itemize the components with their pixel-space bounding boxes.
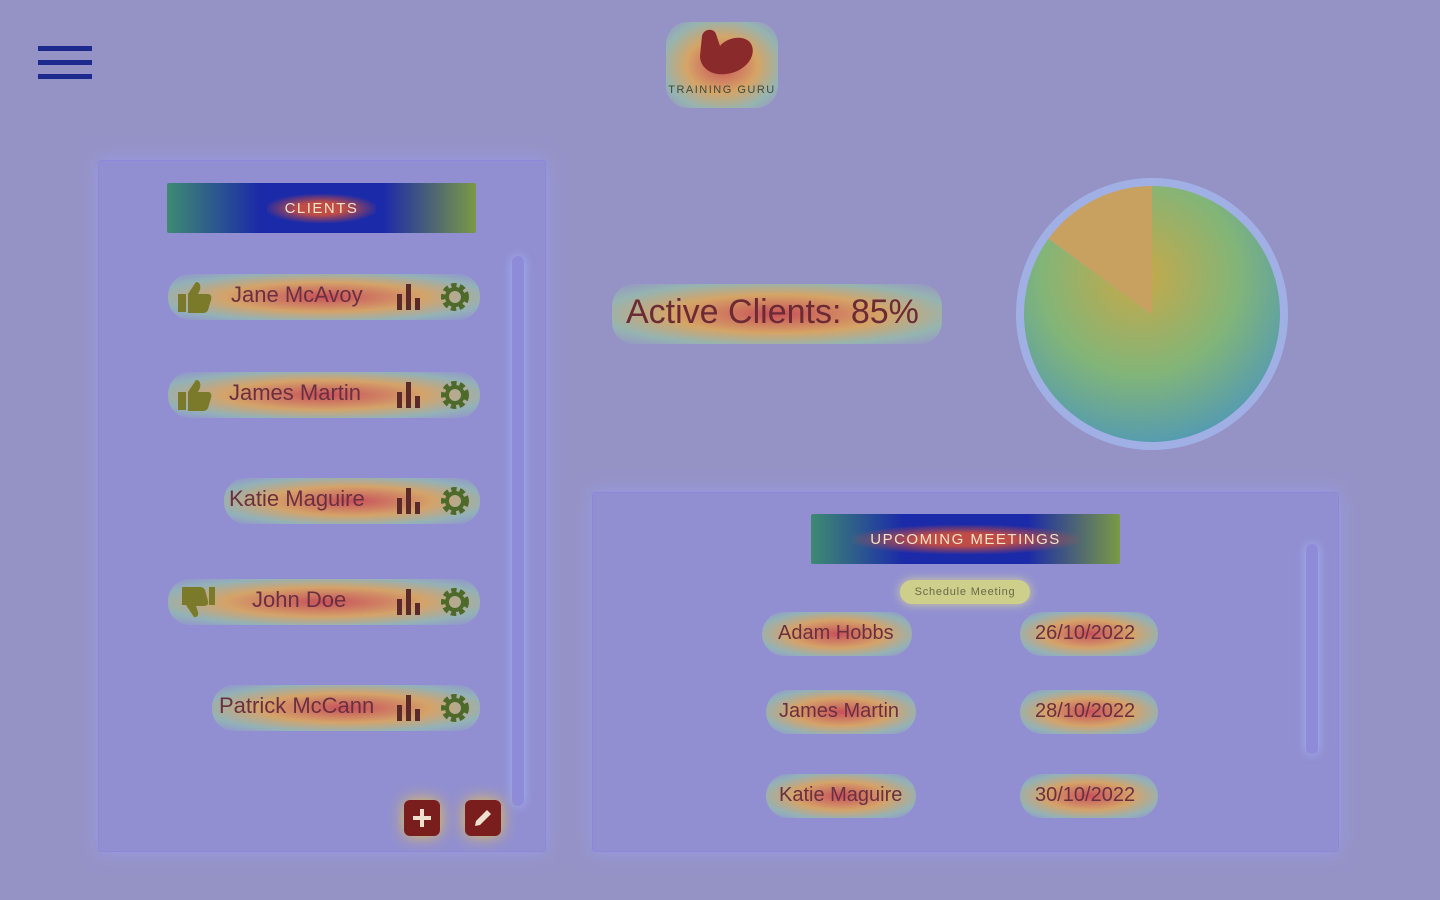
add-client-button[interactable]	[404, 800, 440, 836]
meeting-date: 30/10/2022	[1035, 784, 1136, 806]
clients-scrollbar[interactable]	[512, 256, 524, 806]
meeting-name[interactable]: Adam Hobbs	[778, 622, 894, 645]
bar-chart-icon[interactable]	[394, 380, 424, 410]
pencil-icon	[475, 810, 491, 826]
meetings-header: UPCOMING MEETINGS	[811, 514, 1120, 564]
client-name[interactable]: Katie Maguire	[229, 486, 365, 512]
meeting-name[interactable]: Katie Maguire	[779, 784, 902, 807]
client-row[interactable]: Jane McAvoy	[168, 270, 480, 324]
schedule-meeting-label: Schedule Meeting	[914, 586, 1016, 598]
meeting-date: 28/10/2022	[1035, 700, 1136, 722]
thumbs-up-icon[interactable]	[176, 378, 212, 412]
thumbs-down-icon[interactable]	[180, 585, 216, 619]
client-name[interactable]: Jane McAvoy	[231, 282, 363, 308]
active-clients-pie-chart	[1016, 178, 1288, 450]
hamburger-icon	[38, 46, 92, 79]
client-name[interactable]: Patrick McCann	[219, 693, 374, 719]
edit-clients-button[interactable]	[465, 800, 501, 836]
thumbs-up-icon[interactable]	[176, 280, 212, 314]
bar-chart-icon[interactable]	[394, 693, 424, 723]
logo: TRAINING GURU	[660, 22, 784, 108]
client-row[interactable]: James Martin	[168, 368, 480, 422]
meeting-name[interactable]: James Martin	[779, 700, 899, 723]
flexed-arm-logo-icon	[700, 29, 753, 75]
brand-name: TRAINING GURU	[668, 84, 776, 96]
clients-header-title: CLIENTS	[266, 193, 377, 223]
gear-icon[interactable]	[438, 378, 472, 412]
client-name[interactable]: James Martin	[229, 380, 361, 406]
bar-chart-icon[interactable]	[394, 282, 424, 312]
meetings-header-title: UPCOMING MEETINGS	[852, 524, 1079, 554]
client-name[interactable]: John Doe	[252, 587, 346, 613]
meeting-date: 26/10/2022	[1035, 622, 1136, 644]
bar-chart-icon[interactable]	[394, 587, 424, 617]
gear-icon[interactable]	[438, 691, 472, 725]
gear-icon[interactable]	[438, 585, 472, 619]
plus-icon	[413, 809, 431, 827]
bar-chart-icon[interactable]	[394, 486, 424, 516]
gear-icon[interactable]	[438, 484, 472, 518]
menu-button[interactable]	[30, 38, 100, 92]
client-row[interactable]: Katie Maguire	[168, 474, 480, 528]
client-row[interactable]: Patrick McCann	[168, 681, 480, 735]
clients-header: CLIENTS	[167, 183, 476, 233]
gear-icon[interactable]	[438, 280, 472, 314]
client-row[interactable]: John Doe	[168, 575, 480, 629]
meetings-scrollbar[interactable]	[1306, 544, 1318, 754]
schedule-meeting-button[interactable]: Schedule Meeting	[900, 580, 1030, 604]
active-clients-label: Active Clients: 85%	[626, 293, 919, 331]
